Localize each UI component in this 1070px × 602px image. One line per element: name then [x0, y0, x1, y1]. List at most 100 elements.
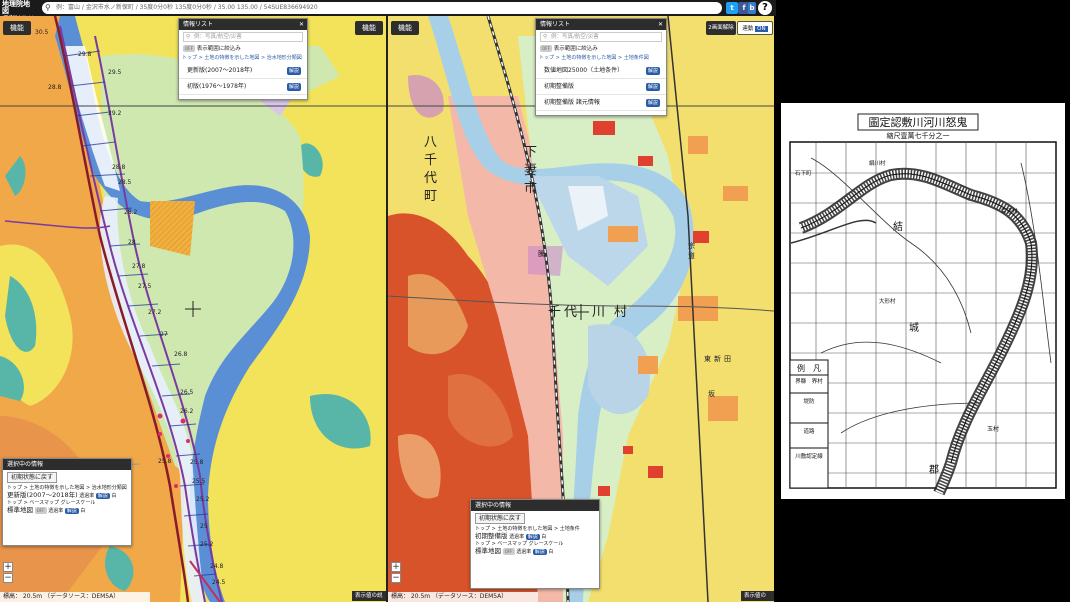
function-button-left[interactable]: 機能	[3, 21, 31, 35]
hatena-icon[interactable]: b	[748, 2, 756, 14]
river-mark: 28	[128, 239, 136, 246]
white-toggle[interactable]: 白	[111, 493, 116, 499]
grayscale-toggle[interactable]: OFF	[34, 507, 47, 514]
search-placeholder: 例：富山 / 金沢市水ノ新保町 / 35度0分0秒 135度0分0秒 / 35.…	[56, 4, 318, 11]
info-list-title: 情報リスト	[540, 21, 571, 28]
river-mark: 24.8	[210, 563, 224, 570]
help-icon[interactable]: ?	[758, 1, 772, 15]
river-mark: 26.2	[180, 408, 194, 415]
info-button[interactable]: 解説	[532, 549, 547, 555]
info-list-panel-left: 情報リスト ✕ ⚲ 例：写真/航空/災害 OFF 表示範囲に絞込み トップ > …	[178, 18, 308, 100]
old-map-place: 玉村	[987, 425, 999, 433]
opacity-label[interactable]: 透過率	[79, 493, 94, 499]
info-button[interactable]: 解説	[525, 534, 540, 540]
info-search-input[interactable]: ⚲ 例：写真/航空/災害	[540, 32, 662, 42]
place-label: 妻	[524, 163, 537, 178]
toggle-switch[interactable]: OFF	[183, 45, 195, 52]
old-map-scale: 縮尺壹萬七千分之一	[887, 131, 950, 140]
place-label: 代	[424, 171, 437, 186]
filter-toggle-label: 表示範囲に絞込み	[553, 46, 598, 52]
opacity-label[interactable]: 透過率	[516, 549, 531, 555]
info-list-item[interactable]: 初期整備版 解説	[536, 79, 666, 95]
legend-button[interactable]: 表示値の説明	[352, 591, 386, 601]
sync-toggle[interactable]: 連動 ON	[737, 21, 773, 35]
place-label: 道	[688, 251, 695, 260]
opacity-label[interactable]: 透過率	[509, 534, 524, 540]
zoom-in-button[interactable]: +	[3, 562, 13, 572]
function-button-left-secondary[interactable]: 機能	[355, 21, 383, 35]
legend-button[interactable]: 表示値の説明	[741, 591, 774, 601]
info-button[interactable]: 解説	[95, 493, 110, 499]
info-button[interactable]: 解説	[645, 83, 660, 91]
info-button[interactable]: 解説	[645, 67, 660, 75]
app-logo[interactable]: 地理院地図 (電子国土Web)	[0, 0, 38, 22]
elevation-readout: 標高： 20.5m （データソース：DEM5A）	[388, 592, 538, 602]
river-mark: 29.8	[78, 51, 92, 58]
grayscale-toggle[interactable]: OFF	[502, 548, 515, 555]
breadcrumb[interactable]: トップ > 土地の特徴を示した地図 > 土地条件図	[536, 54, 666, 63]
white-toggle[interactable]: 白	[541, 534, 546, 540]
info-list-header: 情報リスト ✕	[536, 19, 666, 30]
info-button[interactable]: 解説	[64, 508, 79, 514]
info-button[interactable]: 解説	[645, 99, 660, 107]
filter-toggle-label: 表示範囲に絞込み	[196, 46, 241, 52]
info-list-header: 情報リスト ✕	[179, 19, 307, 30]
river-mark: 28.8	[48, 84, 62, 91]
zoom-in-button[interactable]: +	[391, 562, 401, 572]
place-label: 東	[704, 354, 711, 363]
info-list-item-label: 初期整備版 諸元情報	[544, 99, 600, 106]
opacity-label[interactable]: 透過率	[48, 508, 63, 514]
left-map-pane[interactable]: 30.5 29.8 29.5 28.8 29.2 28.8 28.5 28.2 …	[0, 16, 386, 602]
info-list-item[interactable]: 数値地図25000（土地条件） 解説	[536, 63, 666, 79]
river-mark: 28.8	[112, 164, 126, 171]
filter-toggle[interactable]: OFF 表示範囲に絞込み	[536, 44, 666, 54]
filter-toggle[interactable]: OFF 表示範囲に絞込み	[179, 44, 307, 54]
old-map-place: 結	[893, 220, 903, 233]
place-label: 騰	[538, 249, 545, 258]
top-bar: 地理院地図 (電子国土Web) ⚲ 例：富山 / 金沢市水ノ新保町 / 35度0…	[0, 0, 776, 22]
river-mark: 27.5	[138, 283, 152, 290]
reset-button[interactable]: 初期状態に戻す	[7, 472, 58, 483]
right-map-pane[interactable]: 下 妻 市 千 代 川 村 八 千 代 町 騰 宗 道 坂 東 新 田 機能 2…	[388, 16, 774, 602]
info-list-item-label: 更新版(2007〜2018年)	[187, 67, 253, 74]
breadcrumb[interactable]: トップ > 土地の特徴を示した地図 > 治水地形分類図	[179, 54, 307, 63]
reset-button[interactable]: 初期状態に戻す	[475, 513, 526, 524]
selected-layer-item[interactable]: トップ > 土地の特徴を示した地図 > 土地条件 初期整備版 透過率 解説 白	[471, 526, 599, 541]
legend-title: 例 凡	[797, 363, 821, 373]
function-button-right[interactable]: 機能	[391, 21, 419, 35]
river-mark: 24.5	[212, 579, 226, 586]
grayscale-label: グレースケール	[60, 500, 96, 506]
legend-row: 界縣 界村	[795, 377, 823, 385]
white-toggle[interactable]: 白	[548, 549, 553, 555]
white-toggle[interactable]: 白	[80, 508, 85, 514]
info-search-input[interactable]: ⚲ 例：写真/航空/災害	[183, 32, 303, 42]
info-list-item[interactable]: 更新版(2007〜2018年) 解説	[179, 63, 307, 79]
close-icon[interactable]: ✕	[658, 19, 663, 30]
place-label: 千	[548, 305, 561, 320]
close-icon[interactable]: ✕	[299, 19, 304, 30]
sync-label: 連動	[742, 26, 754, 32]
zoom-out-button[interactable]: −	[391, 573, 401, 583]
selected-layer-item[interactable]: トップ > ベースマップ グレースケール 標準地図 OFF 透過率 解説 白	[471, 541, 599, 556]
map-app: 地理院地図 (電子国土Web) ⚲ 例：富山 / 金沢市水ノ新保町 / 35度0…	[0, 0, 1070, 602]
info-list-item-label: 初期整備版	[544, 83, 575, 90]
toggle-switch[interactable]: OFF	[540, 45, 552, 52]
info-search-placeholder: 例：写真/航空/災害	[551, 34, 599, 40]
place-label: 八	[424, 135, 437, 150]
legend-row: 堤防	[803, 397, 815, 405]
twitter-icon[interactable]: t	[726, 2, 738, 14]
info-list-panel-right: 情報リスト ✕ ⚲ 例：写真/航空/災害 OFF 表示範囲に絞込み トップ > …	[535, 18, 667, 116]
dual-view-off-button[interactable]: 2画面解除	[706, 21, 736, 35]
selected-layer-item[interactable]: トップ > ベースマップ グレースケール 標準地図 OFF 透過率 解説 白	[3, 500, 131, 515]
info-list-item-label: 初版(1976〜1978年)	[187, 83, 247, 90]
info-list-item[interactable]: 初期整備版 諸元情報 解説	[536, 95, 666, 111]
info-button[interactable]: 解説	[286, 67, 301, 75]
search-input[interactable]: ⚲ 例：富山 / 金沢市水ノ新保町 / 35度0分0秒 135度0分0秒 / 3…	[42, 2, 722, 14]
search-icon: ⚲	[45, 3, 51, 12]
info-list-item[interactable]: 初版(1976〜1978年) 解説	[179, 79, 307, 95]
selected-layer-item[interactable]: トップ > 土地の特徴を示した地図 > 治水地形分類図 更新版(2007〜201…	[3, 485, 131, 500]
old-map-place: 大形村	[879, 297, 896, 305]
info-button[interactable]: 解説	[286, 83, 301, 91]
zoom-out-button[interactable]: −	[3, 573, 13, 583]
river-mark: 28.2	[124, 209, 138, 216]
